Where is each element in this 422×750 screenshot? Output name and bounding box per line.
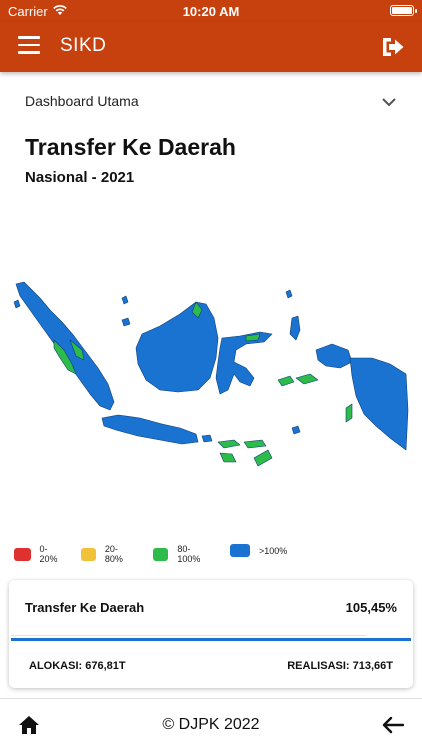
- legend-label: 20-80%: [104, 544, 123, 564]
- clock: 10:20 AM: [182, 4, 240, 19]
- map-region-maluku-tenggara[interactable]: [345, 403, 353, 423]
- logout-icon[interactable]: [380, 34, 406, 60]
- map-region-bali[interactable]: [201, 434, 213, 443]
- summary-percent: 105,45%: [345, 600, 397, 615]
- legend-swatch-over-100: [230, 544, 250, 557]
- map-region-papua-barat[interactable]: [315, 343, 353, 369]
- map-region-timor[interactable]: [253, 449, 273, 467]
- map-region-jawa[interactable]: [101, 414, 199, 445]
- menu-icon[interactable]: [18, 36, 40, 58]
- map-region-seram[interactable]: [295, 373, 319, 385]
- map-region-kepri[interactable]: [121, 295, 129, 305]
- map-region-ntb[interactable]: [217, 439, 241, 449]
- page-subtitle: Nasional - 2021: [25, 169, 135, 186]
- app-bar: SIKD: [0, 22, 422, 72]
- progress-bar: [11, 638, 411, 641]
- map-region-papua[interactable]: [349, 357, 409, 451]
- map-region-maluku-utara[interactable]: [289, 315, 301, 341]
- summary-card[interactable]: Transfer Ke Daerah 105,45% ALOKASI: 676,…: [9, 580, 413, 688]
- progress-fill: [11, 638, 411, 641]
- chevron-down-icon: [382, 98, 396, 107]
- map-region-kepulauan-2[interactable]: [291, 425, 301, 435]
- map-region-ntt[interactable]: [219, 452, 237, 463]
- map-region-simeulue[interactable]: [13, 299, 21, 309]
- legend-swatch-20-80: [81, 547, 96, 561]
- map-region-natuna[interactable]: [285, 289, 293, 299]
- dashboard-selector[interactable]: Dashboard Utama: [25, 93, 397, 115]
- app-title: SIKD: [60, 35, 107, 56]
- legend-swatch-80-100: [153, 547, 169, 561]
- copyright-text: © DJPK 2022: [162, 716, 260, 733]
- legend-item: 80-100%: [153, 544, 205, 564]
- legend-item: 0-20%: [14, 544, 61, 564]
- legend-label: 80-100%: [177, 544, 201, 564]
- map-region-kalimantan[interactable]: [135, 301, 219, 393]
- status-bar: Carrier 10:20 AM: [0, 0, 422, 22]
- bottom-bar: © DJPK 2022: [0, 698, 422, 750]
- page-title: Transfer Ke Daerah: [25, 134, 236, 160]
- indonesia-map: [13, 281, 409, 467]
- legend-item: 20-80%: [81, 544, 128, 564]
- legend-label: 0-20%: [39, 544, 58, 564]
- map-region-maluku[interactable]: [277, 375, 295, 387]
- divider: [11, 635, 366, 636]
- summary-title: Transfer Ke Daerah: [25, 600, 145, 615]
- realisasi-value: REALISASI: 713,66T: [287, 660, 393, 672]
- map-region-flores[interactable]: [243, 439, 267, 449]
- dashboard-selector-label: Dashboard Utama: [25, 93, 139, 109]
- map-region-sulawesi[interactable]: [215, 331, 273, 395]
- legend-item: >100%: [230, 544, 287, 557]
- map-region-kepulauan-1[interactable]: [121, 317, 131, 327]
- legend-label: >100%: [259, 545, 288, 556]
- legend-swatch-0-20: [14, 547, 31, 561]
- back-arrow-icon[interactable]: [382, 716, 404, 734]
- map-region-sumatra[interactable]: [15, 281, 115, 411]
- battery-icon: [390, 5, 417, 16]
- alokasi-value: ALOKASI: 676,81T: [29, 660, 126, 672]
